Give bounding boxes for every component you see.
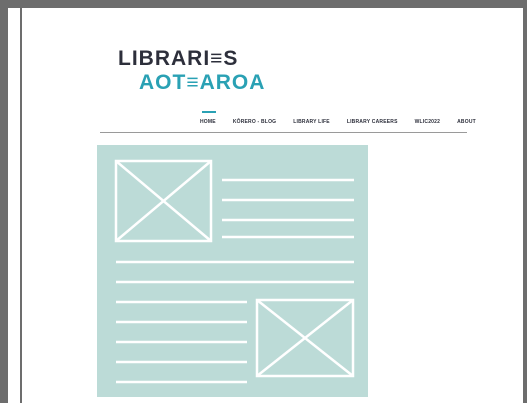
image-placeholder-icon-bottom <box>255 298 355 378</box>
nav-item-home[interactable]: HOME <box>200 111 216 130</box>
nav-divider <box>100 132 467 133</box>
window-frame-gutter <box>8 8 20 403</box>
nav-item-library-life[interactable]: LIBRARY LIFE <box>293 118 330 130</box>
nav-item-about[interactable]: ABOUT <box>457 118 476 130</box>
window-frame-inner-border <box>20 8 22 403</box>
logo-text-libraries: LIBRARI≡S <box>118 47 239 70</box>
content-wireframe-placeholder <box>97 145 368 397</box>
nav-item-library-careers[interactable]: LIBRARY CAREERS <box>347 118 398 130</box>
logo-text-aotearoa: AOT≡AROA <box>139 71 266 94</box>
image-placeholder-icon-top <box>114 159 213 243</box>
window-frame-right <box>523 0 527 403</box>
window-frame-left <box>0 0 8 403</box>
main-navigation: HOME KŌRERO - BLOG LIBRARY LIFE LIBRARY … <box>200 111 493 130</box>
nav-item-korero-blog[interactable]: KŌRERO - BLOG <box>233 118 276 130</box>
nav-item-wlic2022[interactable]: WLIC2022 <box>415 118 441 130</box>
site-logo[interactable]: LIBRARI≡S AOT≡AROA <box>118 47 265 95</box>
window-frame-top <box>0 0 527 8</box>
wireframe-graphic <box>114 159 355 384</box>
